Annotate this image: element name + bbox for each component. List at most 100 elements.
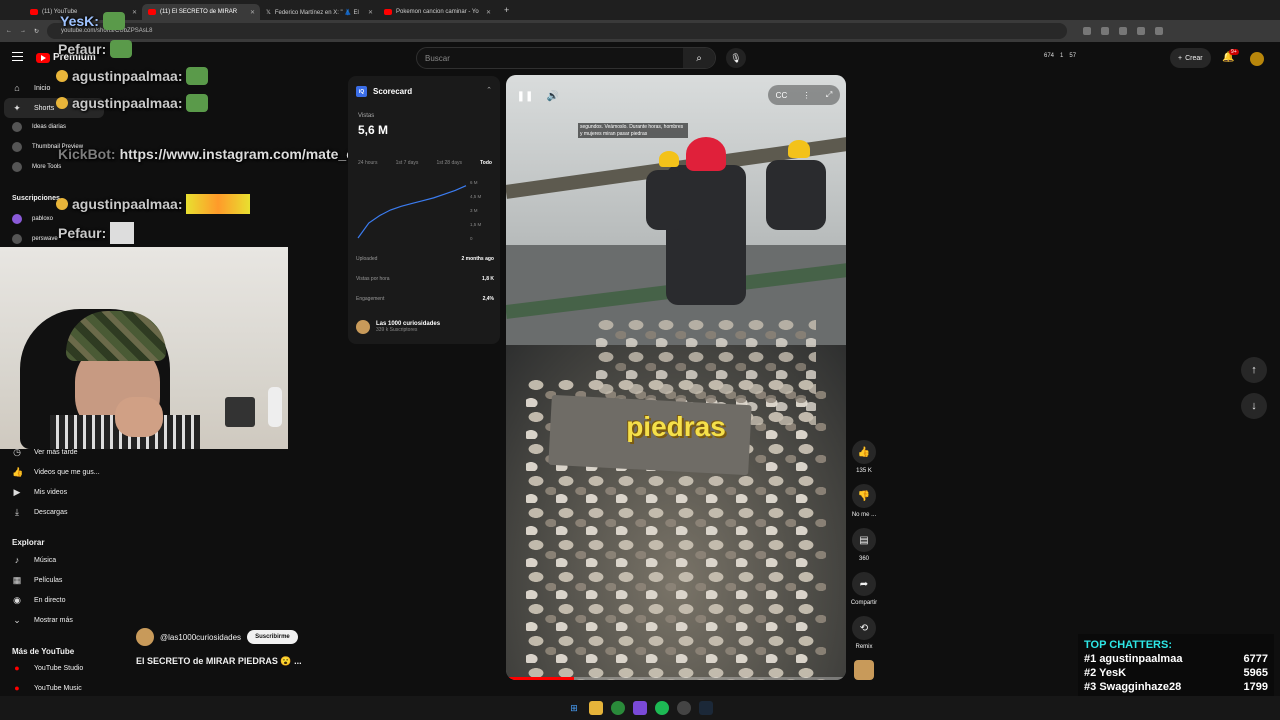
subscribe-button[interactable]: Suscribirme bbox=[247, 630, 298, 644]
pause-icon[interactable]: ❚❚ bbox=[516, 87, 534, 105]
reload-icon[interactable]: ↻ bbox=[34, 28, 39, 35]
sidebar-item-my-videos[interactable]: ▶ Mis videos bbox=[0, 482, 120, 502]
browser-tab[interactable]: 𝕏 Federico Martínez en X: " 👗 El ✕ bbox=[260, 4, 378, 20]
search-icon[interactable]: ⌕ bbox=[683, 48, 715, 68]
share-button[interactable]: ➦ Compartir bbox=[850, 572, 878, 606]
more-icon[interactable]: ⋮ bbox=[803, 91, 811, 100]
extension-icon[interactable] bbox=[1119, 27, 1128, 35]
browser-tab-bar: (11) YouTube ✕ (11) El SECRETO de MIRAR ✕ … bbox=[0, 0, 1280, 20]
channel-avatar bbox=[12, 214, 22, 224]
sidebar-item-liked[interactable]: 👍 Videos que me gus... bbox=[0, 462, 120, 482]
channel-avatar[interactable] bbox=[136, 628, 154, 646]
windows-start-icon[interactable]: ⊞ bbox=[567, 701, 581, 715]
close-icon[interactable]: ✕ bbox=[368, 9, 373, 16]
close-icon[interactable]: ✕ bbox=[132, 9, 137, 16]
tab-label: Federico Martínez en X: " 👗 El bbox=[274, 9, 359, 16]
volume-icon[interactable]: 🔊 bbox=[544, 87, 562, 105]
sidebar-item-label: Mostrar más bbox=[34, 616, 73, 624]
sidebar-item-music-app[interactable]: ● YouTube Music bbox=[0, 678, 120, 698]
steam-icon[interactable] bbox=[699, 701, 713, 715]
fullscreen-icon[interactable]: ⤢ bbox=[826, 90, 832, 100]
shorts-video-player[interactable]: piedras segundos. Veámoslo. Durante hora… bbox=[506, 75, 846, 680]
stat-value: 1 bbox=[1060, 53, 1064, 59]
tab-label: Pokemon cancion caminar - Yo bbox=[396, 9, 479, 15]
forward-icon[interactable]: → bbox=[20, 28, 26, 34]
tab-label: (11) El SECRETO de MIRAR bbox=[160, 9, 238, 15]
close-icon[interactable]: ✕ bbox=[250, 9, 255, 16]
sidebar-item-ideas[interactable]: Ideas diarias bbox=[12, 118, 120, 136]
scorecard-channel[interactable]: Las 1000 curiosidades 339 k Suscriptores bbox=[356, 320, 440, 334]
row-value: 1,8 K bbox=[482, 276, 494, 282]
extension-icon[interactable] bbox=[1155, 27, 1164, 35]
next-short-button[interactable]: ↓ bbox=[1241, 393, 1267, 419]
spotify-icon[interactable] bbox=[655, 701, 669, 715]
chrome-icon[interactable] bbox=[611, 701, 625, 715]
chat-message: YesK: bbox=[60, 12, 125, 30]
discord-icon[interactable] bbox=[633, 701, 647, 715]
share-label: Compartir bbox=[850, 600, 878, 606]
file-explorer-icon[interactable] bbox=[589, 701, 603, 715]
sidebar-item-show-more[interactable]: ⌄ Mostrar más bbox=[0, 610, 120, 630]
hamburger-menu-icon[interactable] bbox=[12, 52, 23, 61]
remix-label: Remix bbox=[855, 644, 873, 650]
create-label: Crear bbox=[1185, 54, 1203, 62]
account-avatar[interactable] bbox=[1250, 52, 1264, 66]
sidebar-item-downloads[interactable]: ⤓ Descargas bbox=[0, 502, 120, 522]
previous-short-button[interactable]: ↑ bbox=[1241, 357, 1267, 383]
sidebar-item-music[interactable]: ♪ Música bbox=[0, 550, 120, 570]
stat-value: 57 bbox=[1069, 53, 1077, 59]
engagement-row: Engagement 2,4% bbox=[356, 296, 494, 302]
search-input[interactable]: Buscar ⌕ bbox=[416, 47, 716, 69]
extension-icon[interactable] bbox=[1083, 27, 1092, 35]
emote-icon bbox=[110, 40, 133, 58]
extension-icon bbox=[12, 162, 22, 172]
video-progress-fill bbox=[506, 677, 574, 680]
chat-message: Pefaur: bbox=[58, 222, 135, 244]
tab-7d[interactable]: 1st 7 days bbox=[396, 160, 419, 166]
sidebar-item-label: Películas bbox=[34, 576, 63, 584]
new-tab-icon[interactable]: + bbox=[504, 5, 509, 15]
channel-avatar bbox=[854, 660, 874, 680]
dislike-button[interactable]: 👎 No me ... bbox=[850, 484, 878, 518]
youtube-icon bbox=[148, 9, 156, 15]
chatter-name: YesK bbox=[1099, 667, 1127, 679]
plus-icon: + bbox=[1178, 54, 1183, 62]
dislike-label: No me ... bbox=[851, 512, 877, 518]
browser-tab[interactable]: Pokemon cancion caminar - Yo ✕ bbox=[378, 4, 496, 20]
url-field[interactable]: youtube.com/shorts/CUbZPSAsL8 bbox=[47, 23, 1068, 39]
sidebar-item-live[interactable]: ◉ En directo bbox=[0, 590, 120, 610]
sound-avatar[interactable] bbox=[850, 660, 878, 680]
sidebar-item-studio[interactable]: ● YouTube Studio bbox=[0, 658, 120, 678]
obs-icon[interactable] bbox=[677, 701, 691, 715]
y-tick-label: 4,5 M bbox=[470, 194, 482, 199]
chat-message: agustinpaalmaa: bbox=[56, 94, 209, 112]
tab-all[interactable]: Todo bbox=[480, 160, 492, 166]
microphone-icon[interactable]: 🎙 bbox=[726, 48, 746, 68]
tab-24h[interactable]: 24 hours bbox=[358, 160, 377, 166]
sidebar-item-movies[interactable]: ▦ Películas bbox=[0, 570, 120, 590]
comments-button[interactable]: ▤ 360 bbox=[850, 528, 878, 562]
like-button[interactable]: 👍 135 K bbox=[850, 440, 878, 474]
back-icon[interactable]: ← bbox=[6, 28, 12, 34]
youtube-music-icon: ● bbox=[14, 683, 20, 693]
tab-28d[interactable]: 1st 28 days bbox=[436, 160, 462, 166]
remix-button[interactable]: ⟲ Remix bbox=[850, 616, 878, 650]
chat-message: KickBot: https://www.instagram.com/mate_c… bbox=[58, 146, 383, 162]
chat-message: Pefaur: bbox=[58, 40, 133, 58]
chatter-count: 6777 bbox=[1243, 653, 1268, 665]
play-square-icon: ▶ bbox=[13, 486, 21, 497]
emote-icon bbox=[110, 222, 135, 244]
chevron-up-icon[interactable]: ⌃ bbox=[486, 86, 492, 94]
extension-icon[interactable] bbox=[1137, 27, 1146, 35]
extension-icon[interactable] bbox=[1101, 27, 1110, 35]
browser-tab[interactable]: (11) El SECRETO de MIRAR ✕ bbox=[142, 4, 260, 20]
video-title[interactable]: El SECRETO de MIRAR PIEDRAS 😮 ... bbox=[136, 656, 302, 667]
create-button[interactable]: + Crear bbox=[1170, 48, 1211, 68]
player-controls: CC ⋮ ⤢ bbox=[768, 85, 840, 105]
captions-icon[interactable]: CC bbox=[776, 91, 788, 100]
explore-heading: Explorar bbox=[12, 538, 45, 547]
close-icon[interactable]: ✕ bbox=[486, 9, 491, 16]
chatter-name: Swagginhaze28 bbox=[1099, 681, 1182, 693]
video-progress-bar[interactable] bbox=[506, 677, 846, 680]
channel-handle[interactable]: @las1000curiosidades bbox=[160, 633, 241, 642]
